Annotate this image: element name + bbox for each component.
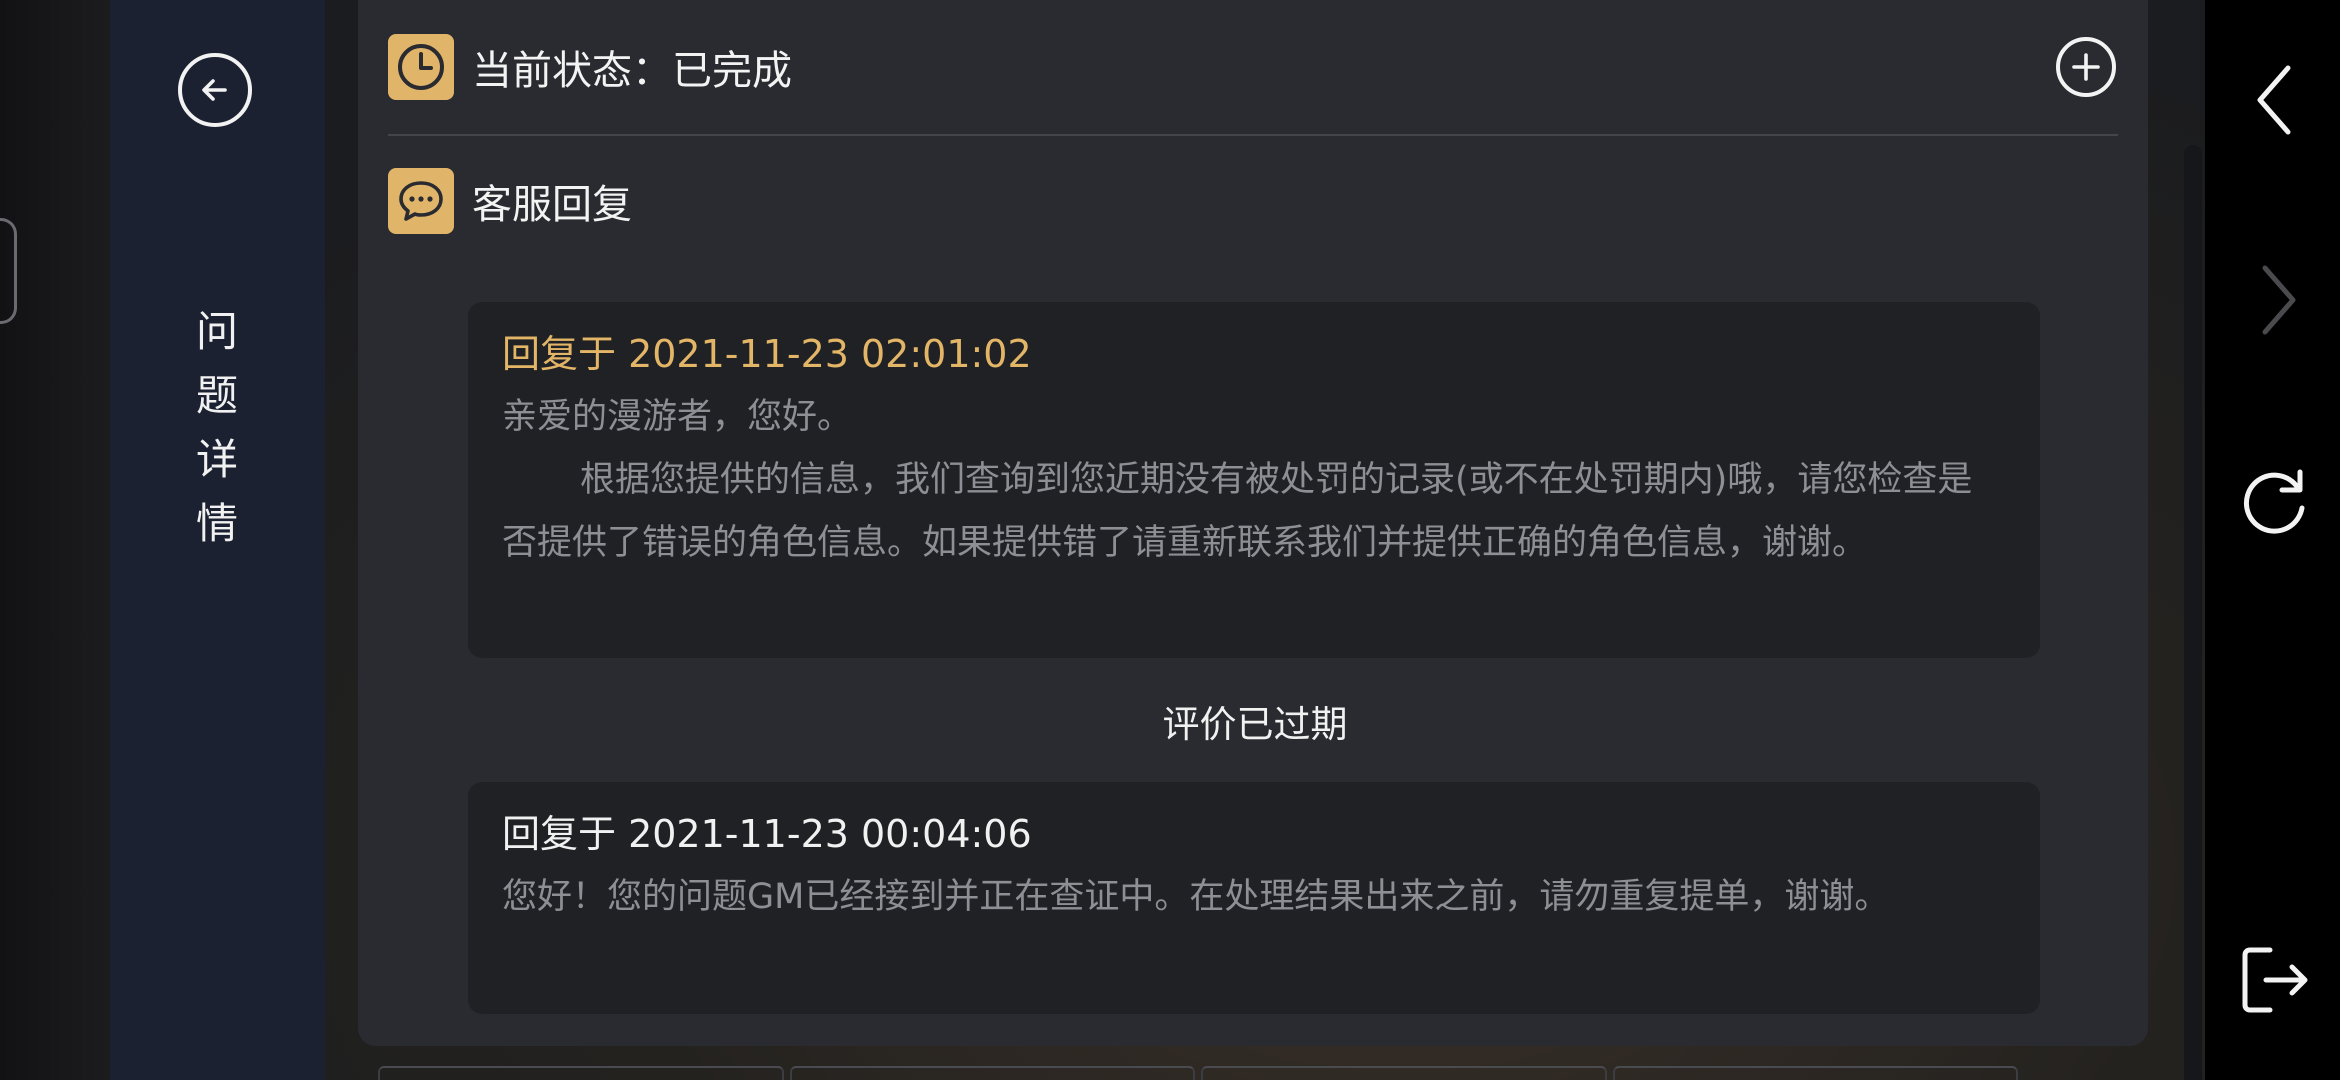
exit-button[interactable] <box>2236 942 2316 1018</box>
reply-text: 您好！您的问题GM已经接到并正在查证中。在处理结果出来之前，请勿重复提单，谢谢。 <box>502 877 1890 917</box>
status-label: 当前状态：已完成 <box>472 48 792 94</box>
page-title-char: 详 <box>195 435 238 484</box>
nav-forward-button[interactable] <box>2248 262 2308 338</box>
clock-icon <box>398 44 444 90</box>
status-row: 当前状态：已完成 <box>388 34 792 100</box>
chevron-left-icon <box>2257 65 2291 135</box>
divider <box>388 134 2118 136</box>
page-title-char: 题 <box>195 371 238 420</box>
scrollbar[interactable] <box>2184 145 2202 1080</box>
reply-body: 亲爱的漫游者，您好。 根据您提供的信息，我们查询到您近期没有被处罚的记录(或不在… <box>502 386 2006 575</box>
arrow-left-icon <box>202 79 227 101</box>
nav-back-button[interactable] <box>2240 62 2310 138</box>
reply-section-label: 客服回复 <box>472 182 632 228</box>
reply-date: 回复于 2021-11-23 02:01:02 <box>502 332 1032 376</box>
bottom-tabs <box>378 1066 2018 1080</box>
page-title-char: 情 <box>195 499 238 548</box>
page-title-vertical: 问 题 详 情 <box>190 300 244 556</box>
bottom-tab[interactable] <box>378 1066 784 1080</box>
bottom-tab[interactable] <box>789 1066 1195 1080</box>
reply-card: 回复于 2021-11-23 02:01:02 亲爱的漫游者，您好。 根据您提供… <box>468 302 2040 658</box>
refresh-button[interactable] <box>2236 462 2316 542</box>
add-button[interactable] <box>2056 37 2116 97</box>
reply-text: 根据您提供的信息，我们查询到您近期没有被处罚的记录(或不在处罚期内)哦，请您检查… <box>502 460 1973 563</box>
plus-icon <box>2072 53 2100 81</box>
chevron-right-icon <box>2262 265 2296 335</box>
bottom-tab[interactable] <box>1612 1066 2018 1080</box>
exit-icon <box>2242 947 2308 1013</box>
status-icon-box <box>388 34 454 100</box>
reply-section-header: 客服回复 <box>388 168 632 234</box>
chat-bubble-icon <box>399 181 443 221</box>
back-button[interactable] <box>178 53 252 127</box>
edge-notch <box>0 218 17 324</box>
page-title-char: 问 <box>195 307 238 356</box>
rating-expired-label: 评价已过期 <box>1162 703 1348 746</box>
reply-greeting: 亲爱的漫游者，您好。 <box>502 397 853 437</box>
bottom-tab[interactable] <box>1201 1066 1607 1080</box>
refresh-icon <box>2243 469 2305 534</box>
left-edge-frame <box>0 0 110 1080</box>
reply-body: 您好！您的问题GM已经接到并正在查证中。在处理结果出来之前，请勿重复提单，谢谢。 <box>502 866 2006 929</box>
page: 问 题 详 情 当前状态：已完成 客服回复 回复于 2021-11-23 02:… <box>0 0 2340 1080</box>
reply-card: 回复于 2021-11-23 00:04:06 您好！您的问题GM已经接到并正在… <box>468 782 2040 1014</box>
reply-icon-box <box>388 168 454 234</box>
reply-date: 回复于 2021-11-23 00:04:06 <box>502 812 1032 856</box>
